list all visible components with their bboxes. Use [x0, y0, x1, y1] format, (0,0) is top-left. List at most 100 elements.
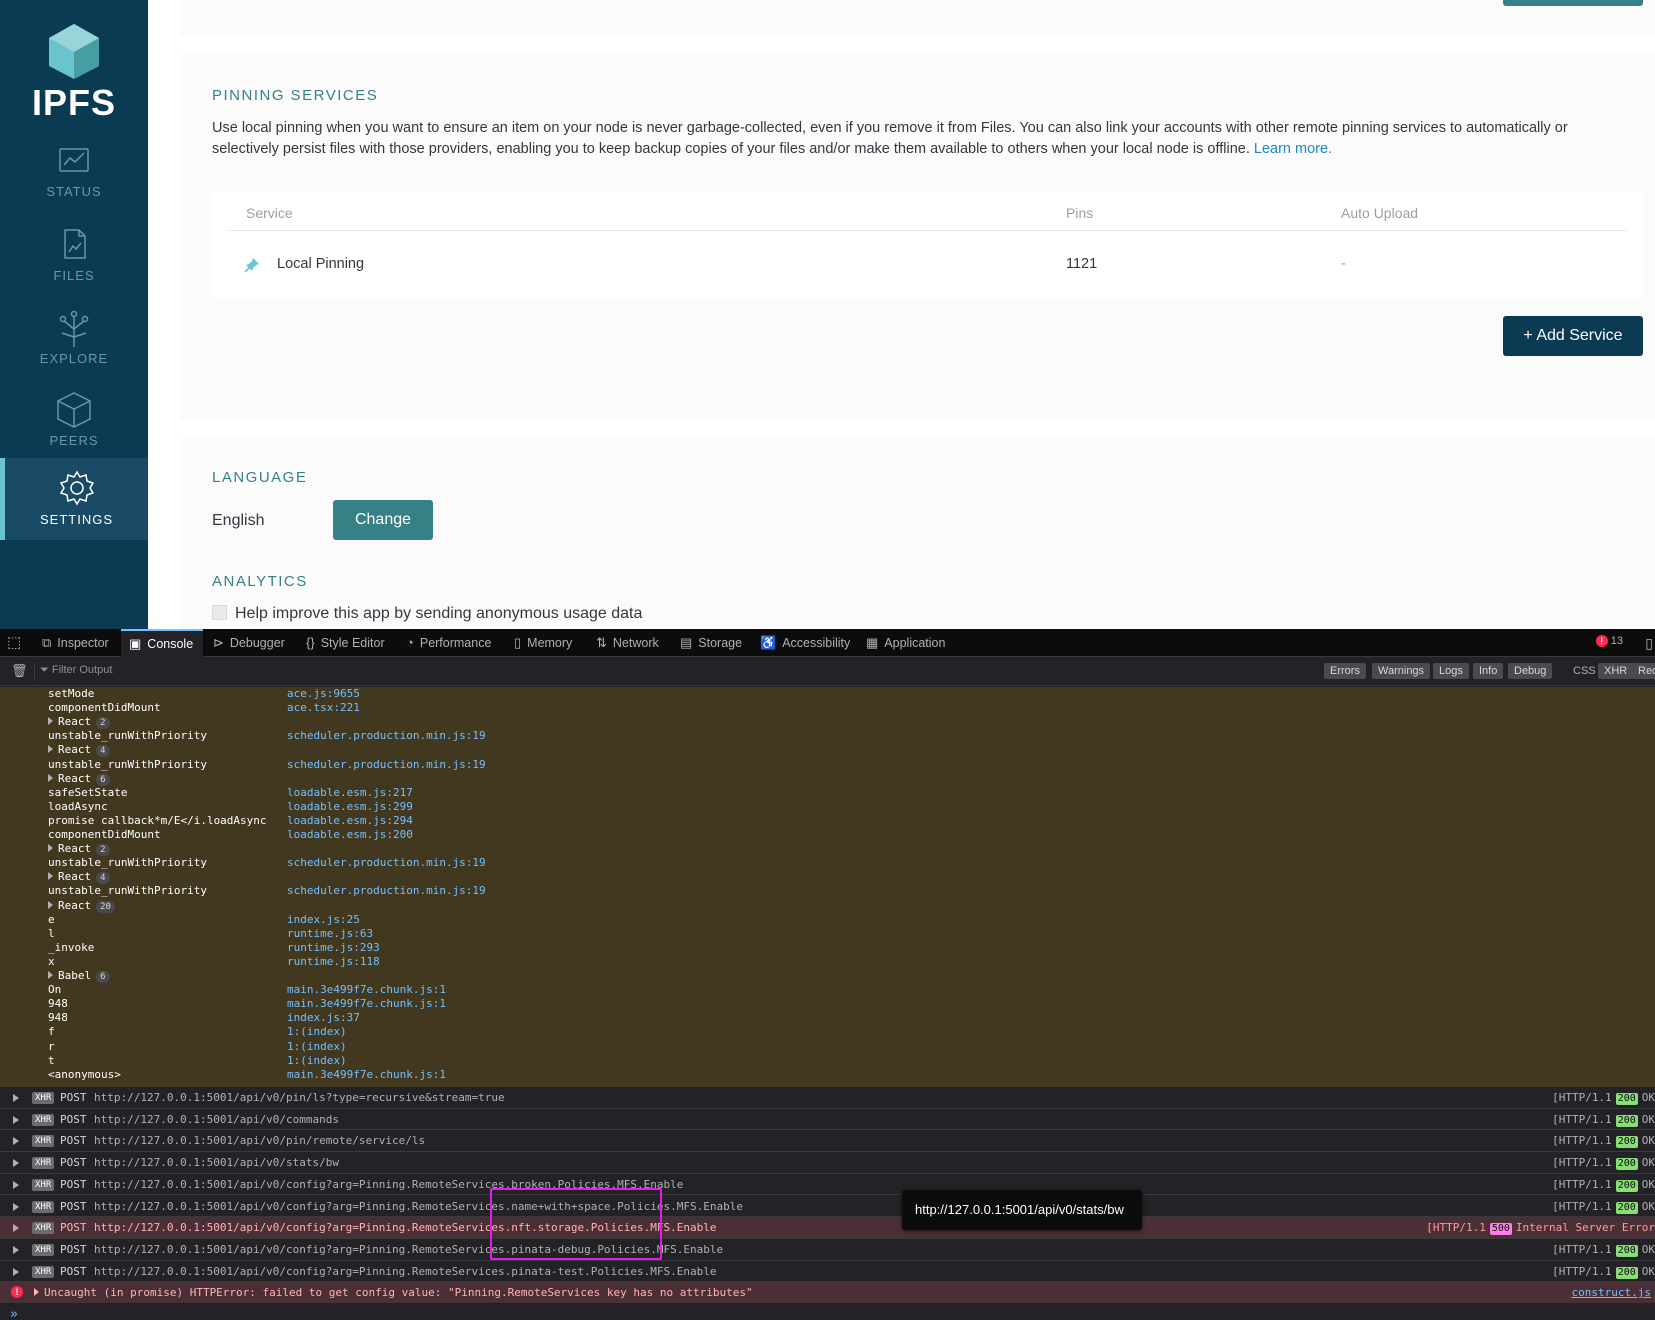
change-language-button[interactable]: Change — [333, 500, 433, 540]
trash-icon[interactable]: 🗑 — [11, 663, 28, 679]
tab-style-editor[interactable]: {} Style Editor — [306, 629, 385, 657]
nav-status[interactable]: STATUS — [0, 138, 148, 220]
stack-source-link[interactable]: loadable.esm.js:200 — [287, 828, 413, 842]
stack-frame-group[interactable]: React 6 — [48, 772, 110, 786]
expand-arrow-icon[interactable] — [13, 1202, 19, 1211]
table-row[interactable]: Local Pinning 1121 - — [212, 231, 1643, 299]
stack-source-link[interactable]: loadable.esm.js:299 — [287, 800, 413, 814]
stack-frame[interactable]: 948 index.js:37 — [0, 1011, 1655, 1025]
xhr-request-row[interactable]: XHR POST http://127.0.0.1:5001/api/v0/conf… — [0, 1196, 1655, 1218]
dock-options-icon[interactable]: ▯ — [1645, 629, 1653, 657]
console-input-prompt[interactable]: » — [10, 1307, 18, 1320]
stack-source-link[interactable]: loadable.esm.js:294 — [287, 814, 413, 828]
expand-arrow-icon[interactable] — [13, 1094, 19, 1102]
error-count-badge[interactable]: ! 13 — [1595, 635, 1623, 647]
add-service-button[interactable]: + Add Service — [1503, 316, 1643, 356]
expand-arrow-icon[interactable] — [48, 717, 53, 726]
stack-frame[interactable]: Babel 6 — [0, 969, 1655, 983]
stack-source-link[interactable]: runtime.js:293 — [287, 941, 380, 955]
stack-source-link[interactable]: scheduler.production.min.js:19 — [287, 729, 486, 743]
tab-memory[interactable]: ▯ Memory — [514, 629, 572, 657]
stack-source-link[interactable]: ace.tsx:221 — [287, 701, 360, 715]
tab-accessibility[interactable]: ♿ Accessibility — [760, 629, 850, 657]
stack-source-link[interactable]: scheduler.production.min.js:19 — [287, 758, 486, 772]
filter-debug-button[interactable]: Debug — [1508, 663, 1553, 679]
filter-logs-button[interactable]: Logs — [1433, 663, 1469, 679]
request-url[interactable]: http://127.0.0.1:5001/api/v0/stats/bw — [94, 1152, 339, 1173]
uncaught-error-row[interactable]: ! Uncaught (in promise) HTTPError: faile… — [0, 1282, 1655, 1303]
stack-source-link[interactable]: index.js:37 — [287, 1011, 360, 1025]
filter-css-button[interactable]: CSS — [1567, 663, 1602, 679]
expand-arrow-icon[interactable] — [13, 1159, 19, 1168]
stack-frame-group[interactable]: Babel 6 — [48, 969, 110, 983]
stack-source-link[interactable]: index.js:25 — [287, 913, 360, 927]
stack-source-link[interactable]: 1:(index) — [287, 1040, 347, 1054]
stack-frame[interactable]: loadAsync loadable.esm.js:299 — [0, 800, 1655, 814]
expand-arrow-icon[interactable] — [48, 844, 53, 853]
tab-performance[interactable]: ◔ Performance — [406, 629, 491, 657]
stack-frame[interactable]: unstable_runWithPriority scheduler.produc… — [0, 856, 1655, 870]
stack-source-link[interactable]: main.3e499f7e.chunk.js:1 — [287, 983, 446, 997]
stack-source-link[interactable]: runtime.js:63 — [287, 927, 373, 941]
ipfs-logo[interactable]: IPFS — [0, 22, 148, 124]
xhr-request-row[interactable]: XHR POST http://127.0.0.1:5001/api/v0/pin/… — [0, 1087, 1655, 1109]
request-url[interactable]: http://127.0.0.1:5001/api/v0/pin/remote/… — [94, 1130, 425, 1151]
request-url[interactable]: http://127.0.0.1:5001/api/v0/config?arg=… — [94, 1261, 717, 1282]
filter-warnings-button[interactable]: Warnings — [1372, 663, 1431, 679]
stack-frame[interactable]: React 6 — [0, 772, 1655, 786]
tab-debugger[interactable]: ⊳ Debugger — [213, 629, 285, 657]
stack-source-link[interactable]: 1:(index) — [287, 1025, 347, 1039]
filter-output-input[interactable]: ⏷ Filter Output — [40, 664, 112, 677]
xhr-request-row[interactable]: XHR POST http://127.0.0.1:5001/api/v0/stat… — [0, 1152, 1655, 1174]
expand-arrow-icon[interactable] — [13, 1137, 19, 1146]
stack-frame[interactable]: l runtime.js:63 — [0, 927, 1655, 941]
stack-frame[interactable]: f 1:(index) — [0, 1025, 1655, 1039]
learn-more-link[interactable]: Learn more. — [1254, 141, 1332, 157]
analytics-checkbox-label[interactable]: Help improve this app by sending anonymo… — [235, 605, 642, 622]
stack-source-link[interactable]: loadable.esm.js:217 — [287, 786, 413, 800]
stack-frame-group[interactable]: React 4 — [48, 743, 110, 758]
request-url[interactable]: http://127.0.0.1:5001/api/v0/commands — [94, 1109, 339, 1130]
xhr-request-row-error[interactable]: XHR POST http://127.0.0.1:5001/api/v0/conf… — [0, 1217, 1655, 1239]
expand-arrow-icon[interactable] — [48, 971, 53, 979]
stack-source-link[interactable]: ace.js:9655 — [287, 687, 360, 701]
stack-frame[interactable]: React 2 — [0, 715, 1655, 730]
stack-frame[interactable]: 948 main.3e499f7e.chunk.js:1 — [0, 997, 1655, 1011]
nav-peers[interactable]: PEERS — [0, 383, 148, 465]
stack-source-link[interactable]: main.3e499f7e.chunk.js:1 — [287, 997, 446, 1011]
expand-arrow-icon[interactable] — [48, 773, 53, 782]
stack-frame[interactable]: unstable_runWithPriority scheduler.produc… — [0, 729, 1655, 743]
stack-frame[interactable]: safeSetState loadable.esm.js:217 — [0, 786, 1655, 800]
nav-files[interactable]: FILES — [0, 220, 148, 302]
stack-source-link[interactable]: main.3e499f7e.chunk.js:1 — [287, 1068, 446, 1082]
tab-storage[interactable]: ▤ Storage — [680, 629, 742, 657]
expand-arrow-icon[interactable] — [13, 1245, 19, 1254]
expand-arrow-icon[interactable] — [13, 1267, 19, 1276]
expand-arrow-icon[interactable] — [34, 1288, 39, 1296]
element-picker-icon[interactable]: ⬚ — [7, 629, 21, 657]
nav-settings[interactable]: SETTINGS — [0, 458, 148, 540]
request-url[interactable]: http://127.0.0.1:5001/api/v0/pin/ls?type… — [94, 1087, 505, 1108]
stack-frame[interactable]: unstable_runWithPriority scheduler.produc… — [0, 758, 1655, 772]
stack-frame[interactable]: <anonymous> main.3e499f7e.chunk.js:1 — [0, 1068, 1655, 1082]
stack-frame[interactable]: React 20 — [0, 899, 1655, 913]
stack-frame[interactable]: x runtime.js:118 — [0, 955, 1655, 969]
previous-section-button[interactable] — [1503, 0, 1643, 6]
stack-frame[interactable]: _invoke runtime.js:293 — [0, 941, 1655, 955]
stack-frame[interactable]: componentDidMount ace.tsx:221 — [0, 701, 1655, 715]
stack-frame[interactable]: e index.js:25 — [0, 913, 1655, 927]
stack-frame[interactable]: React 4 — [0, 743, 1655, 758]
expand-arrow-icon[interactable] — [13, 1180, 19, 1189]
stack-source-link[interactable]: 1:(index) — [287, 1054, 347, 1068]
filter-errors-button[interactable]: Errors — [1324, 663, 1366, 679]
analytics-option[interactable]: Help improve this app by sending anonymo… — [212, 605, 642, 623]
expand-arrow-icon[interactable] — [48, 900, 53, 909]
stack-frame-group[interactable]: React 2 — [48, 715, 110, 730]
expand-arrow-icon[interactable] — [48, 872, 53, 881]
analytics-checkbox[interactable] — [212, 605, 227, 620]
tab-inspector[interactable]: ⧉ Inspector — [42, 629, 109, 657]
tab-network[interactable]: ⇅ Network — [596, 629, 659, 657]
tab-application[interactable]: ▦ Application — [866, 629, 945, 657]
stack-frame[interactable]: unstable_runWithPriority scheduler.produc… — [0, 884, 1655, 898]
stack-source-link[interactable]: scheduler.production.min.js:19 — [287, 856, 486, 870]
